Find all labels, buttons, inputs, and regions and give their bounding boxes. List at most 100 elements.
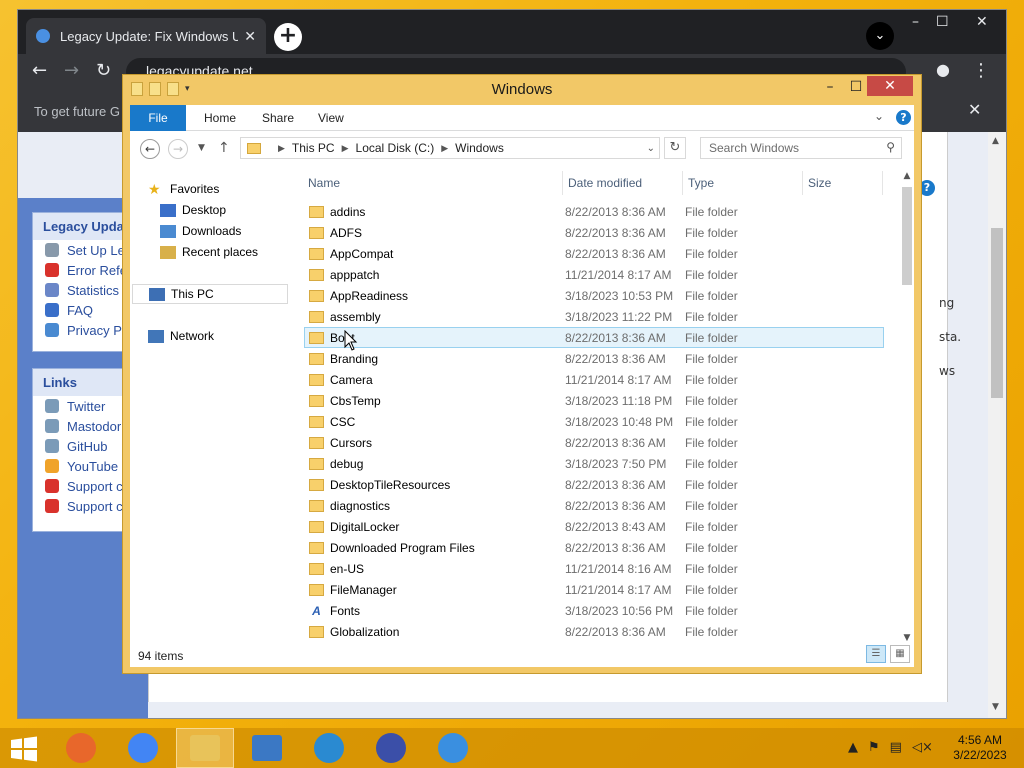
taskbar-app-firefox[interactable]	[52, 728, 110, 768]
taskbar-app-legacy-update[interactable]	[424, 728, 482, 768]
forward-icon[interactable]: →	[64, 60, 79, 81]
column-date-modified[interactable]: Date modified	[568, 176, 642, 190]
column-divider[interactable]	[802, 171, 803, 195]
file-row[interactable]: Downloaded Program Files 8/22/2013 8:36 A…	[304, 537, 884, 558]
file-row[interactable]: CbsTemp 3/18/2023 11:18 PM File folder	[304, 390, 884, 411]
large-icons-view-icon[interactable]: ▦	[890, 645, 910, 663]
title-bar[interactable]: ▾ Windows – ☐ ✕	[123, 75, 921, 105]
tab-share[interactable]: Share	[248, 105, 308, 131]
nav-this-pc[interactable]: This PC	[132, 284, 288, 304]
close-button[interactable]: ✕	[867, 76, 913, 96]
file-row[interactable]: DigitalLocker 8/22/2013 8:43 AM File folde…	[304, 516, 884, 537]
file-row[interactable]: debug 3/18/2023 7:50 PM File folder	[304, 453, 884, 474]
browser-tab[interactable]: Legacy Update: Fix Windows Update ✕	[26, 18, 266, 54]
chevron-down-icon[interactable]: ⌄	[647, 143, 655, 154]
column-type[interactable]: Type	[688, 176, 714, 190]
file-row[interactable]: Globalization 8/22/2013 8:36 AM File folde…	[304, 621, 884, 642]
column-divider[interactable]	[562, 171, 563, 195]
file-row[interactable]: en-US 11/21/2014 8:16 AM File folder	[304, 558, 884, 579]
file-row[interactable]: CSC 3/18/2023 10:48 PM File folder	[304, 411, 884, 432]
scroll-thumb[interactable]	[902, 187, 912, 285]
column-size[interactable]: Size	[808, 176, 831, 190]
scroll-down-icon[interactable]: ▼	[992, 702, 999, 712]
nav-downloads[interactable]: Downloads	[160, 221, 320, 241]
address-bar[interactable]: ▶ This PC ▶ Local Disk (C:) ▶ Windows ⌄	[240, 137, 660, 159]
file-type: File folder	[685, 561, 738, 576]
page-scrollbar[interactable]: ▲ ▼	[988, 132, 1006, 718]
file-row[interactable]: FileManager 11/21/2014 8:17 AM File folder	[304, 579, 884, 600]
scroll-thumb[interactable]	[991, 228, 1003, 398]
details-view-icon[interactable]: ☰	[866, 645, 886, 663]
close-window-button[interactable]: ✕	[976, 14, 988, 30]
file-row[interactable]: assembly 3/18/2023 11:22 PM File folder	[304, 306, 884, 327]
file-row[interactable]: Cursors 8/22/2013 8:36 AM File folder	[304, 432, 884, 453]
breadcrumb-windows[interactable]: Windows	[455, 141, 504, 155]
clock[interactable]: 4:56 AM 3/22/2023	[944, 733, 1016, 763]
nav-recent-places[interactable]: Recent places	[160, 242, 320, 262]
tab-file[interactable]: File	[130, 105, 186, 131]
file-row[interactable]: Boot 8/22/2013 8:36 AM File folder	[304, 327, 884, 348]
search-input[interactable]: Search Windows ⚲	[700, 137, 902, 159]
breadcrumb-this-pc[interactable]: This PC	[292, 141, 335, 155]
taskbar-app-chrome[interactable]	[114, 728, 172, 768]
start-button[interactable]	[10, 736, 38, 762]
folder-icon	[309, 415, 324, 428]
file-row[interactable]: AppReadiness 3/18/2023 10:53 PM File folde…	[304, 285, 884, 306]
file-explorer-window: ▾ Windows – ☐ ✕ File Home Share View ⌄ ?…	[122, 74, 922, 674]
tab-view[interactable]: View	[304, 105, 358, 131]
chevron-right-icon[interactable]: ▶	[342, 143, 349, 154]
help-icon[interactable]: ?	[896, 110, 911, 125]
file-row[interactable]: apppatch 11/21/2014 8:17 AM File folder	[304, 264, 884, 285]
nav-desktop[interactable]: Desktop	[160, 200, 320, 220]
users-icon	[45, 399, 59, 413]
sort-ascending-icon: ^	[428, 171, 432, 176]
menu-icon[interactable]: ⋮	[972, 60, 990, 81]
scroll-up-icon[interactable]: ▲	[900, 171, 914, 185]
chevron-right-icon[interactable]: ▶	[441, 143, 448, 154]
column-name[interactable]: Name	[308, 176, 340, 190]
taskbar-app-control-panel[interactable]	[238, 728, 296, 768]
file-name: addins	[330, 204, 366, 219]
refresh-button[interactable]: ↻	[664, 137, 686, 159]
nav-network[interactable]: Network	[148, 326, 308, 346]
back-button[interactable]: ←	[140, 139, 160, 159]
expand-ribbon-icon[interactable]: ⌄	[874, 109, 884, 123]
file-row[interactable]: A Fonts 3/18/2023 10:56 PM File folder	[304, 600, 884, 621]
recent-locations-icon[interactable]: ▼	[198, 143, 205, 153]
show-hidden-icons-icon[interactable]: ▲	[848, 740, 858, 755]
chevron-right-icon[interactable]: ▶	[278, 143, 285, 154]
forward-button[interactable]: →	[168, 139, 188, 159]
file-row[interactable]: addins 8/22/2013 8:36 AM File folder	[304, 201, 884, 222]
volume-muted-icon[interactable]: ◁×	[912, 740, 933, 755]
reload-icon[interactable]: ↻	[96, 60, 111, 81]
nav-favorites[interactable]: ★ Favorites	[148, 179, 308, 199]
file-type: File folder	[685, 456, 738, 471]
taskbar-app-internet-explorer[interactable]	[300, 728, 358, 768]
profile-icon[interactable]: ●	[936, 60, 950, 79]
file-row[interactable]: Camera 11/21/2014 8:17 AM File folder	[304, 369, 884, 390]
new-tab-button[interactable]: +	[274, 23, 302, 51]
navigation-pane: ★ Favorites Desktop Downloads Recent pla…	[130, 171, 298, 651]
tab-search-button[interactable]: ⌄	[866, 22, 894, 50]
taskbar-app-file-explorer[interactable]	[176, 728, 234, 768]
scroll-up-icon[interactable]: ▲	[992, 136, 999, 146]
file-row[interactable]: ADFS 8/22/2013 8:36 AM File folder	[304, 222, 884, 243]
column-divider[interactable]	[682, 171, 683, 195]
back-icon[interactable]: ←	[32, 60, 47, 81]
file-row[interactable]: diagnostics 8/22/2013 8:36 AM File folder	[304, 495, 884, 516]
taskbar-app-settings[interactable]	[362, 728, 420, 768]
info-bar-close-icon[interactable]: ✕	[968, 100, 981, 119]
action-center-flag-icon[interactable]: ⚑	[868, 740, 880, 755]
minimize-button[interactable]: –	[912, 14, 919, 30]
breadcrumb-local-disk[interactable]: Local Disk (C:)	[356, 141, 435, 155]
column-divider[interactable]	[882, 171, 883, 195]
close-tab-icon[interactable]: ✕	[244, 28, 256, 45]
tab-home[interactable]: Home	[190, 105, 250, 131]
network-icon[interactable]: ▤	[890, 740, 902, 755]
file-row[interactable]: DesktopTileResources 8/22/2013 8:36 AM Fil…	[304, 474, 884, 495]
up-icon[interactable]: ↑	[218, 140, 230, 156]
file-list-scrollbar[interactable]: ▲ ▼	[900, 171, 914, 651]
maximize-button[interactable]: ☐	[936, 14, 949, 30]
file-row[interactable]: Branding 8/22/2013 8:36 AM File folder	[304, 348, 884, 369]
file-row[interactable]: AppCompat 8/22/2013 8:36 AM File folder	[304, 243, 884, 264]
